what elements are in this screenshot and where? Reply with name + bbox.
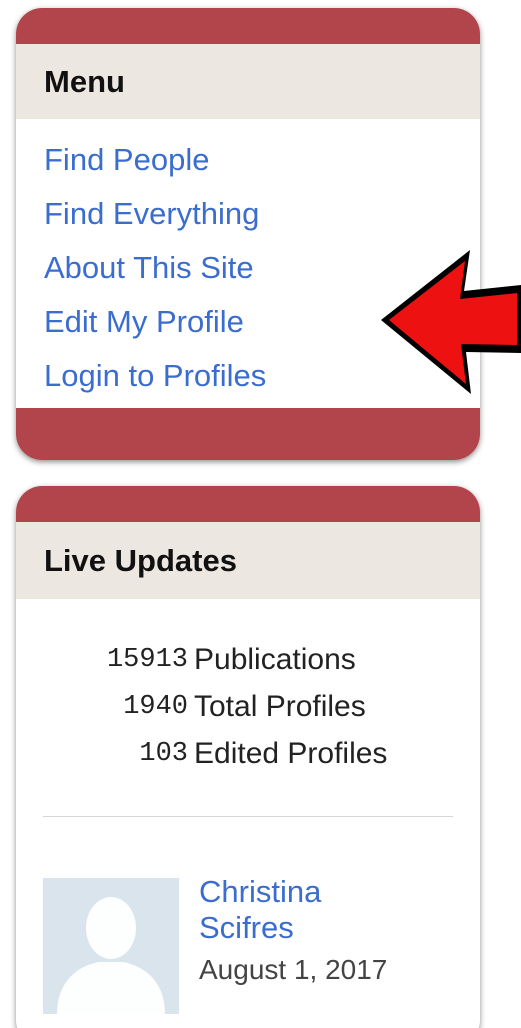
stat-label: Total Profiles (194, 689, 366, 723)
stat-label: Edited Profiles (194, 736, 388, 770)
person-name-link[interactable]: Christina Scifres (199, 874, 399, 946)
divider (43, 816, 453, 817)
menu-item-find-people[interactable]: Find People (44, 133, 480, 187)
recent-update-item: Christina Scifres August 1, 2017 (43, 874, 399, 1014)
page: Menu Find People Find Everything About T… (0, 0, 521, 1028)
live-updates-panel: Live Updates 15913 Publications 1940 Tot… (16, 486, 480, 1028)
stat-label: Publications (194, 642, 356, 676)
menu-panel-top-bar (16, 8, 480, 44)
red-left-arrow-icon (381, 250, 521, 394)
menu-title: Menu (16, 44, 480, 119)
stats-list: 15913 Publications 1940 Total Profiles 1… (16, 636, 480, 777)
default-person-silhouette-icon[interactable] (43, 878, 179, 1014)
stat-count: 1940 (123, 691, 188, 722)
recent-update-info: Christina Scifres August 1, 2017 (199, 874, 399, 1014)
stat-count: 103 (139, 738, 188, 769)
stat-row-total-profiles: 1940 Total Profiles (16, 683, 480, 730)
live-updates-top-bar (16, 486, 480, 522)
stat-count: 15913 (106, 644, 188, 675)
stat-row-publications: 15913 Publications (16, 636, 480, 683)
menu-panel-bottom-bar (16, 408, 480, 460)
stat-row-edited-profiles: 103 Edited Profiles (16, 730, 480, 777)
update-date: August 1, 2017 (199, 954, 388, 985)
live-updates-title: Live Updates (16, 522, 480, 599)
